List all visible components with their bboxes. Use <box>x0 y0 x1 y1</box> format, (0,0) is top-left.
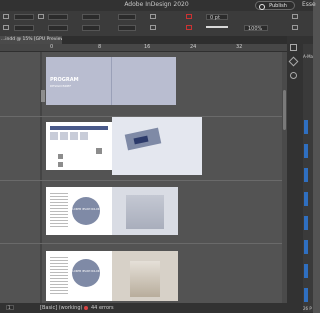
circle-graphic: LOREM IPSUM DOLOR <box>72 259 100 287</box>
stroke-swatch-icon[interactable] <box>186 25 192 30</box>
links-panel-icon[interactable] <box>290 72 297 79</box>
ruler-tick-label: 0 <box>50 44 54 50</box>
spread-2-photo[interactable] <box>112 117 202 175</box>
title-bar: Adobe InDesign 2020 Publish Online Esse <box>0 0 316 18</box>
table-cell <box>60 132 68 140</box>
page-count: 26 P <box>303 306 312 311</box>
page-thumbnail[interactable] <box>304 120 308 134</box>
y-field[interactable] <box>14 25 34 31</box>
globe-icon <box>259 4 265 10</box>
table-cell <box>70 132 78 140</box>
spread-2-left-page[interactable] <box>46 122 112 170</box>
page-thumbnail[interactable] <box>304 144 308 158</box>
page-number: 1 <box>8 305 11 310</box>
table-header <box>50 126 108 130</box>
page-thumbnail[interactable] <box>304 240 308 254</box>
reference-point-icon[interactable] <box>3 14 9 19</box>
page-thumbnail[interactable] <box>304 192 308 206</box>
width-field[interactable] <box>48 14 68 20</box>
font-size-value: 0 pt <box>210 15 220 21</box>
page-tab-marker <box>41 90 45 102</box>
spread-4-photo[interactable] <box>112 251 178 301</box>
scale-x-field[interactable] <box>82 14 100 20</box>
constrain-icon[interactable] <box>38 14 44 19</box>
status-bar: 1 [Basic] (working) 44 errors <box>0 303 287 313</box>
ruler-tick-label: 32 <box>236 44 243 50</box>
circle-graphic: LOREM IPSUM DOLOR <box>72 197 100 225</box>
spread-3-left-page[interactable]: LOREM IPSUM DOLOR <box>46 187 112 235</box>
cover-spread[interactable]: PROGRAM DESIGN BRIEF <box>46 57 176 105</box>
ruler-tick-label: 24 <box>190 44 197 50</box>
x-field[interactable] <box>14 14 34 20</box>
circle-text: LOREM IPSUM DOLOR <box>72 208 100 211</box>
stroke-type-preview[interactable] <box>206 26 228 28</box>
page-thumbnail[interactable] <box>304 288 308 302</box>
flip-vertical-icon[interactable] <box>150 25 156 30</box>
page-number-field[interactable]: 1 <box>6 305 14 310</box>
table-cell <box>80 132 88 140</box>
master-label: A-Ma <box>303 54 313 59</box>
spread-3-photo[interactable] <box>112 187 178 235</box>
pages-panel-icon[interactable] <box>290 44 297 51</box>
frame-fitting-icon[interactable] <box>292 14 298 19</box>
figure-icon <box>96 148 102 154</box>
height-field[interactable] <box>48 25 68 31</box>
text-column <box>50 193 68 229</box>
shear-field[interactable] <box>118 25 136 31</box>
zoom-value: 100% <box>248 26 263 32</box>
text-wrap-icon[interactable] <box>292 25 298 30</box>
preflight-profile: [Basic] (working) <box>40 305 83 311</box>
scrollbar-thumb[interactable] <box>283 90 286 130</box>
error-indicator-icon <box>84 306 88 310</box>
horizontal-ruler: 0 8 16 24 32 <box>0 44 287 52</box>
page-thumbnail[interactable] <box>304 264 308 278</box>
circle-text: LOREM IPSUM DOLOR <box>72 270 100 273</box>
figure-icon <box>58 154 63 159</box>
fill-swatch-icon[interactable] <box>186 14 192 19</box>
workspace-switcher[interactable]: Esse <box>302 1 316 8</box>
spread-divider <box>0 180 287 181</box>
spine-line <box>111 57 112 105</box>
flip-horizontal-icon[interactable] <box>150 14 156 19</box>
publish-online-button[interactable]: Publish Online <box>255 1 295 18</box>
stroke-weight-field[interactable]: 0 pt <box>206 14 228 21</box>
zoom-field[interactable]: 100% <box>244 25 268 32</box>
text-column <box>50 257 68 295</box>
interior-photo <box>126 195 164 229</box>
ruler-tick-label: 8 <box>98 44 102 50</box>
spread-4-left-page[interactable]: LOREM IPSUM DOLOR <box>46 251 112 301</box>
ruler-tick-label: 16 <box>144 44 151 50</box>
rotate-field[interactable] <box>118 14 136 20</box>
layers-panel-icon[interactable] <box>288 56 299 67</box>
figure-icon <box>58 162 63 167</box>
pages-panel: A-Ma 26 P <box>303 44 313 312</box>
page-thumbnail[interactable] <box>304 216 308 230</box>
control-panel: 0 pt 100% <box>0 11 313 37</box>
hallway-photo <box>130 261 160 297</box>
scale-y-field[interactable] <box>82 25 100 31</box>
page-thumbnail[interactable] <box>304 168 308 182</box>
document-tab[interactable]: ...indd @ 15% [GPU Preview] <box>0 36 62 44</box>
cover-subtitle: DESIGN BRIEF <box>50 84 72 88</box>
cover-title: PROGRAM <box>50 77 79 83</box>
error-count[interactable]: 44 errors <box>91 305 114 311</box>
transform-icon[interactable] <box>3 25 9 30</box>
spread-divider <box>0 243 287 244</box>
table-cell <box>50 132 58 140</box>
